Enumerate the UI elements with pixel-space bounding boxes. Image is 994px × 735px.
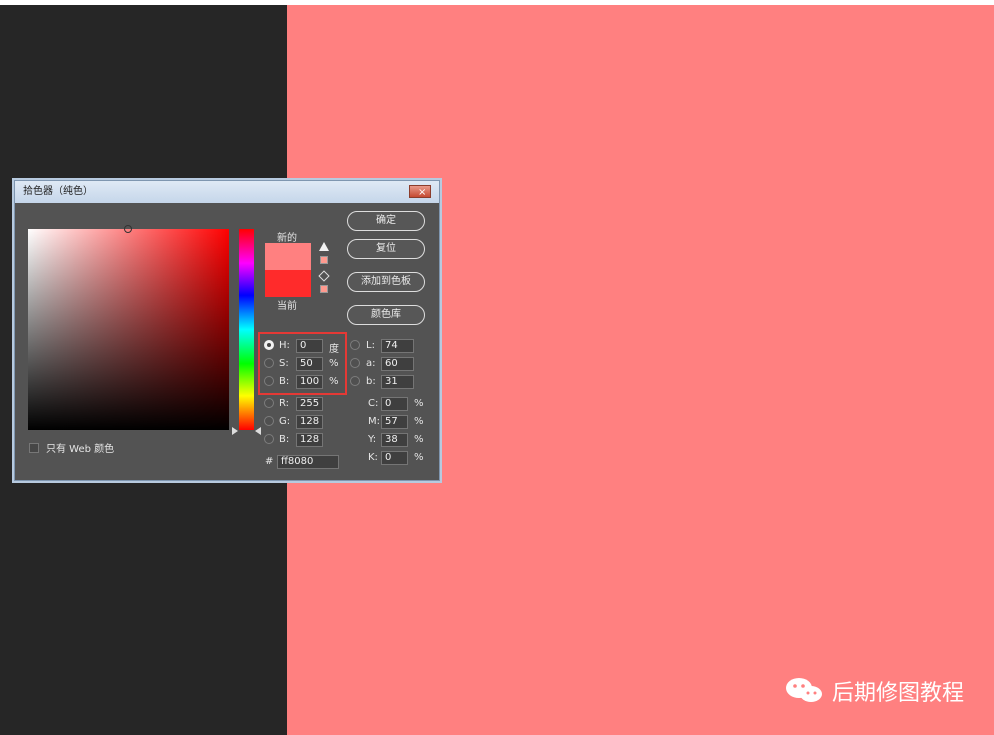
saturation-label: S:	[279, 358, 289, 369]
gamut-warning-swatch[interactable]	[320, 256, 328, 264]
blue-input[interactable]: 128	[296, 433, 323, 447]
web-only-checkbox[interactable]	[29, 442, 39, 453]
red-label: R:	[279, 398, 290, 409]
saturation-radio[interactable]	[264, 358, 274, 368]
hue-slider-right-handle[interactable]	[255, 427, 261, 435]
color-picker-dialog: 拾色器（纯色） × 只有 Web 颜色 新的 当前 确定 复位 添加到色板 颜色…	[14, 180, 440, 481]
hue-unit: 度	[329, 344, 339, 355]
hue-input[interactable]: 0	[296, 339, 323, 353]
lab-a-label: a:	[366, 358, 376, 369]
lab-b-label: b:	[366, 376, 376, 387]
lab-l-radio[interactable]	[350, 340, 360, 350]
current-color-label: 当前	[277, 301, 297, 312]
brightness-input[interactable]: 100	[296, 375, 323, 389]
watermark-text: 后期修图教程	[832, 681, 965, 706]
add-to-swatches-button[interactable]: 添加到色板	[347, 272, 425, 292]
close-icon: ×	[418, 187, 427, 198]
reset-button[interactable]: 复位	[347, 239, 425, 259]
saturation-brightness-field[interactable]	[28, 229, 229, 430]
cyan-label: C:	[368, 398, 379, 409]
current-color-swatch[interactable]	[265, 270, 311, 297]
brightness-unit: %	[329, 376, 339, 387]
blue-label: B:	[279, 434, 290, 445]
blue-radio[interactable]	[264, 434, 274, 444]
warning-icon[interactable]	[319, 242, 329, 251]
black-input[interactable]: 0	[381, 451, 408, 465]
new-color-label: 新的	[277, 233, 297, 244]
dialog-title: 拾色器（纯色）	[23, 186, 93, 197]
web-safe-swatch[interactable]	[320, 285, 328, 293]
lab-a-input[interactable]: 60	[381, 357, 414, 371]
green-input[interactable]: 128	[296, 415, 323, 429]
dialog-titlebar: 拾色器（纯色） ×	[15, 181, 439, 203]
brightness-radio[interactable]	[264, 376, 274, 386]
color-selector-marker[interactable]	[124, 225, 132, 233]
red-input[interactable]: 255	[296, 397, 323, 411]
hex-label: #	[265, 456, 274, 467]
web-only-label: 只有 Web 颜色	[46, 444, 115, 455]
hex-input[interactable]: ff8080	[277, 455, 339, 469]
close-button[interactable]: ×	[409, 185, 431, 198]
black-label: K:	[368, 452, 378, 463]
green-label: G:	[279, 416, 291, 427]
web-safe-cube-icon[interactable]	[318, 270, 330, 282]
cyan-input[interactable]: 0	[381, 397, 408, 411]
cyan-unit: %	[414, 398, 424, 409]
color-library-button[interactable]: 颜色库	[347, 305, 425, 325]
magenta-unit: %	[414, 416, 424, 427]
lab-l-input[interactable]: 74	[381, 339, 414, 353]
web-only-option[interactable]: 只有 Web 颜色	[29, 440, 114, 455]
lab-b-input[interactable]: 31	[381, 375, 414, 389]
hue-label: H:	[279, 340, 290, 351]
black-unit: %	[414, 452, 424, 463]
hue-slider[interactable]	[239, 229, 254, 430]
lab-l-label: L:	[366, 340, 375, 351]
lab-a-radio[interactable]	[350, 358, 360, 368]
yellow-input[interactable]: 38	[381, 433, 408, 447]
green-radio[interactable]	[264, 416, 274, 426]
wechat-icon	[784, 676, 824, 706]
hue-slider-left-handle[interactable]	[232, 427, 238, 435]
red-radio[interactable]	[264, 398, 274, 408]
hue-radio[interactable]	[264, 340, 274, 350]
magenta-input[interactable]: 57	[381, 415, 408, 429]
brightness-label: B:	[279, 376, 290, 387]
saturation-unit: %	[329, 358, 339, 369]
yellow-unit: %	[414, 434, 424, 445]
yellow-label: Y:	[368, 434, 377, 445]
magenta-label: M:	[368, 416, 380, 427]
wechat-watermark: 后期修图教程	[784, 674, 964, 708]
ok-button[interactable]: 确定	[347, 211, 425, 231]
saturation-input[interactable]: 50	[296, 357, 323, 371]
lab-b-radio[interactable]	[350, 376, 360, 386]
screen: 拾色器（纯色） × 只有 Web 颜色 新的 当前 确定 复位 添加到色板 颜色…	[0, 0, 994, 735]
new-color-swatch	[265, 243, 311, 270]
